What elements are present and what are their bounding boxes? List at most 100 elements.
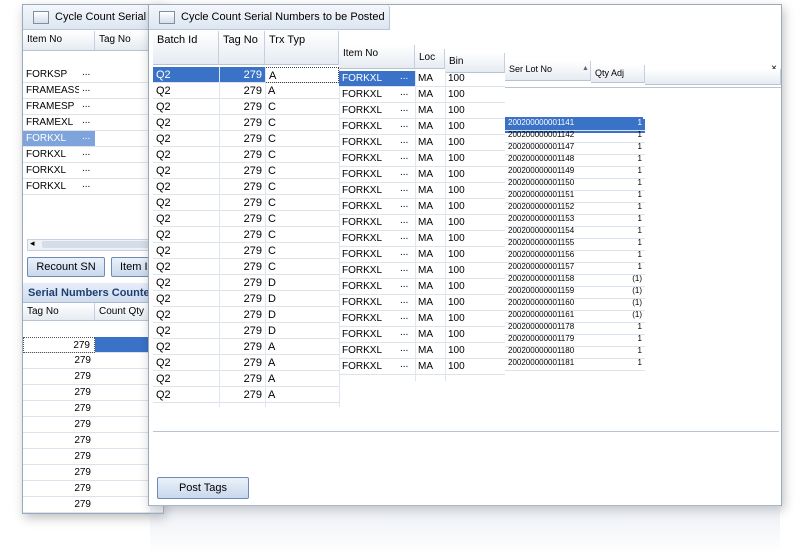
table-row-ser-lot[interactable]: 200200000001147 xyxy=(505,141,591,153)
cell-ellipsis-button[interactable]: ... xyxy=(79,99,95,115)
table-row-ser-lot[interactable]: 200200000001158 xyxy=(505,273,591,285)
cell-ellipsis-button[interactable]: ... xyxy=(397,87,415,103)
table-row-batch[interactable]: Q2 xyxy=(153,163,219,179)
table-row-batch[interactable]: Q2 xyxy=(153,83,219,99)
scroll-left-icon[interactable]: ◂ xyxy=(30,238,35,249)
table-row-ser-lot[interactable]: 200200000001154 xyxy=(505,225,591,237)
table-row-item[interactable]: FORKXL xyxy=(339,215,397,231)
table-row-ser-lot[interactable]: 200200000001142 xyxy=(505,129,591,141)
cell-ellipsis-button[interactable]: ... xyxy=(397,135,415,151)
scroll-thumb[interactable] xyxy=(42,241,152,248)
table-row-batch[interactable]: Q2 xyxy=(153,115,219,131)
table-row-tag[interactable]: 279 xyxy=(23,433,95,449)
table-row-ser-lot[interactable]: 200200000001180 xyxy=(505,345,591,357)
table-row-item[interactable]: FORKXL xyxy=(339,327,397,343)
column-header-tag-no[interactable]: Tag No xyxy=(23,303,95,321)
table-row-tag[interactable]: 279 xyxy=(23,369,95,385)
column-header-trx-typ[interactable]: Trx Typ xyxy=(265,31,339,65)
column-header-loc[interactable]: Loc xyxy=(415,49,445,69)
table-row-ser-lot[interactable]: 200200000001156 xyxy=(505,249,591,261)
table-row-item[interactable]: FRAMEASSY xyxy=(23,83,79,99)
table-row-batch[interactable]: Q2 xyxy=(153,67,219,83)
table-row-tag[interactable]: 279 xyxy=(23,465,95,481)
table-row-tag[interactable]: 279 xyxy=(23,417,95,433)
table-row-item[interactable]: FORKXL xyxy=(339,295,397,311)
cell-ellipsis-button[interactable]: ... xyxy=(397,151,415,167)
table-row-batch[interactable]: Q2 xyxy=(153,339,219,355)
cell-ellipsis-button[interactable]: ... xyxy=(79,163,95,179)
cell-ellipsis-button[interactable]: ... xyxy=(397,167,415,183)
table-row-ser-lot[interactable]: 200200000001160 xyxy=(505,297,591,309)
cell-ellipsis-button[interactable]: ... xyxy=(79,115,95,131)
table-row-item[interactable]: FORKXL xyxy=(339,343,397,359)
table-row-batch[interactable]: Q2 xyxy=(153,387,219,403)
horizontal-scrollbar[interactable]: ◂ xyxy=(27,238,159,251)
table-row-batch[interactable]: Q2 xyxy=(153,227,219,243)
cell-ellipsis-button[interactable]: ... xyxy=(397,215,415,231)
cell-ellipsis-button[interactable]: ... xyxy=(397,343,415,359)
column-header-item-no[interactable]: Item No xyxy=(23,31,95,51)
cell-ellipsis-button[interactable]: ... xyxy=(79,179,95,195)
table-row-ser-lot[interactable]: 200200000001141 xyxy=(505,117,591,129)
table-row-item[interactable]: FORKXL xyxy=(339,247,397,263)
cell-ellipsis-button[interactable]: ... xyxy=(397,327,415,343)
table-row-ser-lot[interactable]: 200200000001155 xyxy=(505,237,591,249)
column-header-bin[interactable]: Bin xyxy=(445,53,505,73)
table-row-tag[interactable]: 279 xyxy=(23,385,95,401)
table-row-batch[interactable]: Q2 xyxy=(153,355,219,371)
table-row-item[interactable]: FORKXL xyxy=(339,167,397,183)
column-header-batch-id[interactable]: Batch Id xyxy=(153,31,219,65)
table-row-ser-lot[interactable]: 200200000001159 xyxy=(505,285,591,297)
cell-ellipsis-button[interactable]: ... xyxy=(397,359,415,375)
table-row-ser-lot[interactable]: 200200000001181 xyxy=(505,357,591,369)
table-row-item[interactable]: FORKXL xyxy=(339,119,397,135)
table-row-batch[interactable]: Q2 xyxy=(153,275,219,291)
table-row-tag[interactable]: 279 xyxy=(23,337,95,353)
cell-ellipsis-button[interactable]: ... xyxy=(397,279,415,295)
table-row-item[interactable]: FORKXL xyxy=(339,263,397,279)
table-row-tag[interactable]: 279 xyxy=(23,401,95,417)
table-row-batch[interactable]: Q2 xyxy=(153,179,219,195)
table-row-item[interactable]: FORKXL xyxy=(339,199,397,215)
table-row-ser-lot[interactable]: 200200000001148 xyxy=(505,153,591,165)
recount-sn-button[interactable]: Recount SN xyxy=(27,257,105,277)
cell-ellipsis-button[interactable]: ... xyxy=(397,199,415,215)
table-row-ser-lot[interactable]: 200200000001149 xyxy=(505,165,591,177)
cell-ellipsis-button[interactable]: ... xyxy=(79,83,95,99)
table-row-item[interactable]: FRAMESP xyxy=(23,99,79,115)
table-row-item[interactable]: FORKXL xyxy=(339,231,397,247)
table-row-item[interactable]: FORKXL xyxy=(339,311,397,327)
cell-ellipsis-button[interactable]: ... xyxy=(79,67,95,83)
column-header-qty-adj[interactable]: Qty Adj xyxy=(591,65,645,83)
table-row-item[interactable]: FORKXL xyxy=(23,179,79,195)
table-row-batch[interactable]: Q2 xyxy=(153,99,219,115)
sort-icon[interactable]: ▲ xyxy=(579,65,589,77)
cell-ellipsis-button[interactable]: ... xyxy=(397,295,415,311)
table-row-item[interactable]: FORKXL xyxy=(339,183,397,199)
cell-ellipsis-button[interactable]: ... xyxy=(397,247,415,263)
post-tags-button[interactable]: Post Tags xyxy=(157,477,249,499)
table-row-tag[interactable]: 279 xyxy=(23,449,95,465)
table-row-ser-lot[interactable]: 200200000001179 xyxy=(505,333,591,345)
table-row-batch[interactable]: Q2 xyxy=(153,195,219,211)
table-row-batch[interactable]: Q2 xyxy=(153,211,219,227)
table-row-batch[interactable]: Q2 xyxy=(153,131,219,147)
table-row-item[interactable]: FORKXL xyxy=(23,131,79,147)
cell-ellipsis-button[interactable]: ... xyxy=(397,119,415,135)
table-row-item[interactable]: FORKXL xyxy=(339,103,397,119)
cell-ellipsis-button[interactable]: ... xyxy=(79,131,95,147)
table-row-item[interactable]: FORKXL xyxy=(339,135,397,151)
table-row-item[interactable]: FORKXL xyxy=(23,147,79,163)
table-row-batch[interactable]: Q2 xyxy=(153,147,219,163)
cell-ellipsis-button[interactable]: ... xyxy=(397,71,415,87)
column-header-tag-no[interactable]: Tag No xyxy=(219,31,265,65)
table-row-ser-lot[interactable]: 200200000001152 xyxy=(505,201,591,213)
table-row-item[interactable]: FORKXL xyxy=(339,71,397,87)
table-row-batch[interactable]: Q2 xyxy=(153,243,219,259)
table-row-batch[interactable]: Q2 xyxy=(153,371,219,387)
table-row-item[interactable]: FORKXL xyxy=(339,87,397,103)
cell-ellipsis-button[interactable]: ... xyxy=(397,263,415,279)
table-row-item[interactable]: FORKXL xyxy=(339,359,397,375)
table-row-batch[interactable]: Q2 xyxy=(153,323,219,339)
table-row-batch[interactable]: Q2 xyxy=(153,291,219,307)
